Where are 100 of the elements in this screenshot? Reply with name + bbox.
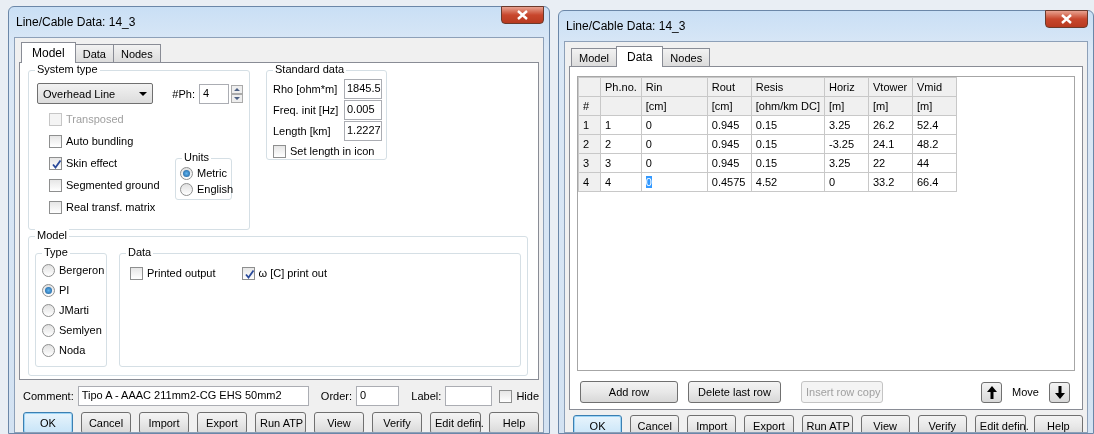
tab[interactable]: Nodes bbox=[662, 48, 711, 66]
button[interactable]: OK bbox=[23, 412, 73, 432]
checkbox[interactable] bbox=[49, 200, 62, 214]
caret-icon bbox=[139, 91, 147, 96]
radio-label: Semlyen bbox=[59, 324, 102, 336]
table-cell: 52.4 bbox=[912, 115, 957, 135]
checkbox[interactable] bbox=[49, 156, 62, 170]
button[interactable]: Verify bbox=[372, 412, 422, 432]
radio-label: PI bbox=[59, 284, 70, 296]
button[interactable]: Delete last row bbox=[688, 381, 781, 403]
move-label: Move bbox=[1012, 386, 1039, 398]
radio-button[interactable] bbox=[42, 323, 55, 337]
move-down-button[interactable] bbox=[1049, 381, 1070, 403]
table-cell: 1 bbox=[600, 115, 642, 135]
checkbox[interactable] bbox=[49, 134, 62, 148]
table-cell: 0.15 bbox=[751, 115, 825, 135]
button[interactable]: Import bbox=[687, 415, 737, 432]
column-header: Resis bbox=[751, 77, 825, 97]
arrow-up-icon bbox=[986, 385, 997, 399]
radio-label: Metric bbox=[197, 167, 227, 179]
close-button[interactable] bbox=[1045, 10, 1088, 28]
comment-field[interactable]: Tipo A - AAAC 211mm2-CG EHS 50mm2 bbox=[77, 386, 309, 406]
radio-label: JMarti bbox=[59, 304, 89, 316]
checkbox-label: Skin effect bbox=[66, 157, 118, 169]
button[interactable]: Help bbox=[489, 412, 539, 432]
table-cell: 0.15 bbox=[751, 153, 825, 173]
radio-button[interactable] bbox=[42, 303, 55, 317]
table-cell: 0.945 bbox=[707, 153, 752, 173]
table-cell: 2 bbox=[600, 134, 642, 154]
radio-label: Noda bbox=[59, 344, 86, 356]
checkbox-label: Hide bbox=[516, 390, 539, 402]
radio-button[interactable] bbox=[180, 182, 193, 196]
checkbox-label: Transposed bbox=[66, 113, 124, 125]
field-label: Label: bbox=[411, 390, 442, 402]
button[interactable]: Verify bbox=[917, 415, 967, 432]
button[interactable]: Cancel bbox=[630, 415, 680, 432]
table-cell: 66.4 bbox=[912, 172, 957, 192]
checkbox[interactable] bbox=[499, 389, 513, 403]
input-field[interactable]: 0.005 bbox=[344, 100, 382, 120]
button[interactable]: OK bbox=[573, 415, 623, 432]
button[interactable]: Export bbox=[744, 415, 794, 432]
checkbox-label: Auto bundling bbox=[66, 135, 134, 147]
move-up-button[interactable] bbox=[981, 381, 1003, 403]
table-cell: 3 bbox=[600, 153, 642, 173]
button[interactable]: Import bbox=[139, 412, 189, 432]
tab[interactable]: Model bbox=[571, 48, 617, 66]
button[interactable]: View bbox=[314, 412, 364, 432]
checkbox[interactable] bbox=[130, 266, 143, 280]
field-label: #Ph: bbox=[172, 87, 195, 100]
button[interactable]: Edit defin. bbox=[974, 415, 1026, 432]
close-icon bbox=[1061, 14, 1072, 24]
checkbox-label: Real transf. matrix bbox=[66, 201, 156, 213]
field-label: Length [km] bbox=[273, 125, 331, 137]
label-field[interactable] bbox=[445, 386, 493, 406]
table-cell: 33.2 bbox=[868, 172, 913, 192]
field-label: Freq. init [Hz] bbox=[273, 104, 339, 116]
group-title: Model bbox=[35, 229, 69, 241]
dropdown[interactable]: Overhead Line bbox=[37, 83, 153, 104]
radio-button[interactable] bbox=[180, 166, 193, 180]
table-cell: 4 bbox=[600, 172, 642, 192]
button[interactable]: Export bbox=[197, 412, 247, 432]
field-label: Comment: bbox=[23, 390, 74, 402]
button[interactable]: Run ATP bbox=[255, 412, 306, 432]
checkbox[interactable] bbox=[273, 144, 286, 158]
group-title: Type bbox=[42, 246, 70, 258]
button[interactable]: Cancel bbox=[81, 412, 131, 432]
column-header: Horiz bbox=[824, 77, 869, 97]
phases-field[interactable]: 4 bbox=[199, 83, 229, 104]
button[interactable]: Run ATP bbox=[801, 415, 853, 432]
spinner-icon[interactable] bbox=[231, 84, 243, 103]
tab[interactable]: Data bbox=[615, 46, 664, 67]
radio-label: English bbox=[197, 183, 234, 195]
button[interactable]: Edit defin. bbox=[430, 412, 481, 432]
table-cell: 48.2 bbox=[912, 134, 957, 154]
tab[interactable]: Model bbox=[21, 42, 76, 63]
column-header: Rout bbox=[707, 77, 752, 97]
radio-button[interactable] bbox=[42, 343, 55, 357]
table-cell: 0 bbox=[641, 115, 708, 135]
radio-button[interactable] bbox=[42, 263, 55, 277]
button[interactable]: Help bbox=[1033, 415, 1083, 432]
order-field[interactable]: 0 bbox=[356, 386, 400, 406]
column-header: Vtower bbox=[868, 77, 913, 97]
checkbox-label: Set length in icon bbox=[290, 145, 375, 157]
button[interactable]: View bbox=[860, 415, 910, 432]
checkbox-label: ω [C] print out bbox=[258, 267, 327, 279]
input-field[interactable]: 1845.5 bbox=[344, 79, 382, 99]
table-cell: 22 bbox=[868, 153, 913, 173]
checkbox-label: Segmented ground bbox=[66, 179, 160, 191]
close-button[interactable] bbox=[501, 6, 544, 24]
table-cell: 0 bbox=[641, 153, 708, 173]
input-field[interactable]: 1.2227 bbox=[344, 121, 382, 141]
checkbox[interactable] bbox=[49, 178, 62, 192]
button[interactable]: Add row bbox=[580, 381, 678, 403]
tab[interactable]: Nodes bbox=[112, 44, 161, 62]
tab[interactable]: Data bbox=[74, 44, 114, 62]
radio-button[interactable] bbox=[42, 283, 55, 297]
field-label: Order: bbox=[320, 390, 353, 402]
table-cell: -3.25 bbox=[824, 134, 869, 154]
checkbox[interactable] bbox=[241, 266, 255, 280]
table-cell: 0 bbox=[824, 172, 869, 192]
